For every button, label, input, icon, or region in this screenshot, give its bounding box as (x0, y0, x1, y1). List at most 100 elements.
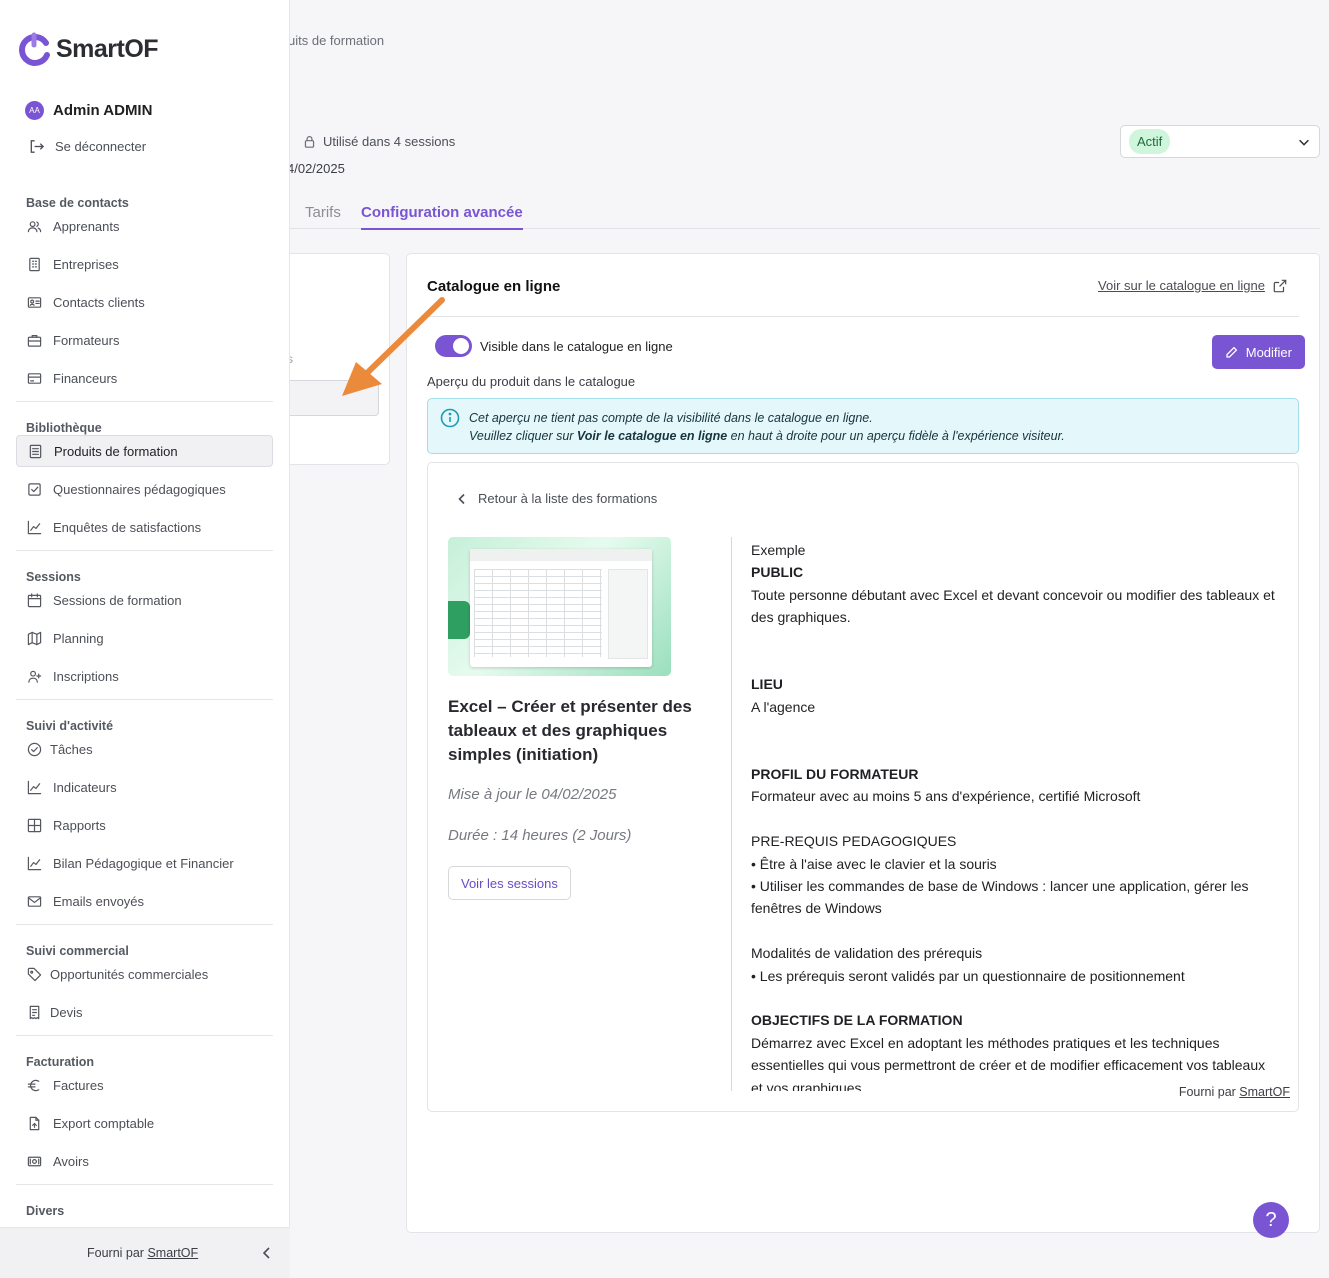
sidebar-item-devis[interactable]: Devis (16, 996, 273, 1028)
chart-line-icon (27, 780, 42, 794)
description-line: • Utiliser les commandes de base de Wind… (751, 878, 1249, 917)
description-line: PUBLIC (751, 564, 804, 581)
description-line: • Être à l'aise avec le clavier et la so… (751, 855, 997, 872)
sidebar-section-suivi-commercial: Suivi commercial (26, 944, 129, 958)
back-to-list-link[interactable]: Retour à la liste des formations (456, 491, 657, 506)
description-spacer (751, 651, 1276, 673)
sidebar-item-enquetes-de-satisfactions[interactable]: Enquêtes de satisfactions (16, 511, 273, 543)
sidebar-section-facturation: Facturation (26, 1055, 95, 1069)
info-line-2-pre: Veuillez cliquer sur (469, 429, 577, 443)
sidebar-item-entreprises[interactable]: Entreprises (16, 248, 273, 280)
description-line: PRE-REQUIS PEDAGOGIQUES (751, 833, 957, 850)
sidebar-item-inscriptions[interactable]: Inscriptions (16, 660, 273, 692)
description-spacer (751, 987, 1276, 1009)
tab-configuration-avancee[interactable]: Configuration avancée (361, 204, 523, 230)
divider (427, 316, 1299, 317)
sidebar-powered-by-text: Fourni par (87, 1246, 148, 1260)
sidebar-separator (16, 699, 273, 700)
sidebar-item-factures[interactable]: Factures (16, 1069, 273, 1101)
help-button[interactable]: ? (1253, 1202, 1289, 1238)
sidebar-item-label: Contacts clients (53, 294, 145, 310)
sidebar-item-apprenants[interactable]: Apprenants (16, 210, 273, 242)
description-spacer (751, 920, 1276, 942)
breadcrumb[interactable]: uits de formation (288, 33, 384, 48)
sidebar-item-label: Formateurs (53, 332, 120, 348)
chevron-down-icon (1299, 139, 1309, 146)
check-circle-icon (27, 742, 42, 756)
info-line-2: Veuillez cliquer sur Voir le catalogue e… (469, 429, 1065, 443)
sidebar-item-export-comptable[interactable]: Export comptable (16, 1107, 273, 1139)
logo[interactable]: SmartOF (16, 31, 159, 67)
view-catalog-link[interactable]: Voir sur le catalogue en ligne (1098, 278, 1287, 293)
sidebar-section-bibliotheque: Bibliothèque (26, 421, 102, 435)
description-line: Formateur avec au moins 5 ans d'expérien… (751, 788, 1141, 805)
sidebar-item-label: Factures (53, 1077, 104, 1093)
logout-link[interactable]: Se déconnecter (28, 138, 146, 155)
sidebar-section-suivi-d-activite: Suivi d'activité (26, 719, 114, 733)
sidebar-item-produits-de-formation[interactable]: Produits de formation (16, 435, 273, 467)
description-line: • Les prérequis seront validés par un qu… (751, 967, 1185, 984)
sidebar-item-sessions-de-formation[interactable]: Sessions de formation (16, 584, 273, 616)
product-duration: Durée : 14 heures (2 Jours) (448, 827, 632, 844)
sidebar-item-financeurs[interactable]: Financeurs (16, 362, 273, 394)
info-line-2-post: en haut à droite pour un aperçu fidèle à… (727, 429, 1065, 443)
product-updated: Mise à jour le 04/02/2025 (448, 786, 617, 803)
user-plus-icon (28, 670, 42, 683)
user-profile[interactable]: AA Admin ADMIN (25, 101, 152, 120)
sidebar-item-avoirs[interactable]: Avoirs (16, 1145, 273, 1177)
sidebar-item-questionnaires-pedagogiques[interactable]: Questionnaires pédagogiques (16, 473, 273, 505)
edit-button-label: Modifier (1245, 344, 1292, 360)
sidebar-item-indicateurs[interactable]: Indicateurs (16, 771, 273, 803)
sidebar-section-divers: Divers (26, 1204, 65, 1218)
sidebar-item-planning[interactable]: Planning (16, 622, 273, 654)
map-icon (27, 631, 42, 645)
sidebar-powered-by: Fourni par SmartOF (87, 1246, 198, 1260)
contact-card-icon (27, 296, 42, 308)
logout-icon (30, 140, 45, 153)
powered-by-link[interactable]: SmartOF (1239, 1085, 1290, 1099)
usage-info: Utilisé dans 4 sessions (303, 134, 455, 149)
sidebar: SmartOF AA Admin ADMIN Se déconnecter Ba… (0, 0, 290, 1278)
sidebar-item-formateurs[interactable]: Formateurs (16, 324, 273, 356)
sidebar-item-label: Entreprises (53, 256, 119, 272)
receipt-icon (29, 1005, 40, 1019)
sidebar-item-bilan-pedagogique-et-financier[interactable]: Bilan Pédagogique et Financier (16, 847, 273, 879)
avatar: AA (25, 101, 44, 120)
sidebar-item-label: Indicateurs (53, 779, 117, 795)
mail-icon (27, 895, 42, 907)
banknote-icon (27, 1156, 42, 1166)
description-line: LIEU (751, 676, 783, 693)
sidebar-separator (16, 550, 273, 551)
thumbnail-leaf (448, 601, 470, 639)
description-line: PROFIL DU FORMATEUR (751, 766, 919, 782)
edit-button[interactable]: Modifier (1211, 335, 1305, 369)
sidebar-powered-by-link[interactable]: SmartOF (147, 1246, 198, 1260)
sidebar-item-taches[interactable]: Tâches (16, 733, 273, 765)
info-line-1: Cet aperçu ne tient pas compte de la vis… (469, 411, 873, 425)
chart-line-icon (27, 856, 42, 870)
view-sessions-button[interactable]: Voir les sessions (448, 866, 571, 900)
collapse-sidebar-icon[interactable] (261, 1246, 273, 1260)
sidebar-item-opportunites-commerciales[interactable]: Opportunités commerciales (16, 958, 273, 990)
sidebar-item-emails-envoyes[interactable]: Emails envoyés (16, 885, 273, 917)
description-spacer (751, 718, 1276, 740)
sidebar-section-sessions: Sessions (26, 570, 81, 584)
briefcase-icon (27, 334, 42, 347)
sidebar-item-label: Bilan Pédagogique et Financier (53, 855, 234, 871)
info-line-2-bold: Voir le catalogue en ligne (576, 429, 728, 443)
product-description: Exemple PUBLIC Toute personne débutant ave… (751, 539, 1276, 1091)
table-icon (27, 818, 42, 832)
sidebar-item-contacts-clients[interactable]: Contacts clients (16, 286, 273, 318)
sidebar-section-base-de-contacts: Base de contacts (26, 196, 129, 210)
product-title: Excel – Créer et présenter des tableaux … (448, 697, 692, 764)
sidebar-item-rapports[interactable]: Rapports (16, 809, 273, 841)
sidebar-item-label: Apprenants (53, 218, 120, 234)
description-line: A l'agence (751, 698, 816, 715)
thumbnail-pane (608, 569, 648, 659)
catalog-card: Catalogue en ligne Voir sur le catalogue… (406, 253, 1320, 1233)
status-select[interactable]: Actif (1120, 125, 1320, 158)
sidebar-item-label: Avoirs (53, 1153, 89, 1169)
preview-powered-by: Fourni par SmartOF (1179, 1085, 1290, 1099)
tab-tarifs[interactable]: Tarifs (305, 204, 341, 228)
thumbnail-window (470, 549, 652, 667)
